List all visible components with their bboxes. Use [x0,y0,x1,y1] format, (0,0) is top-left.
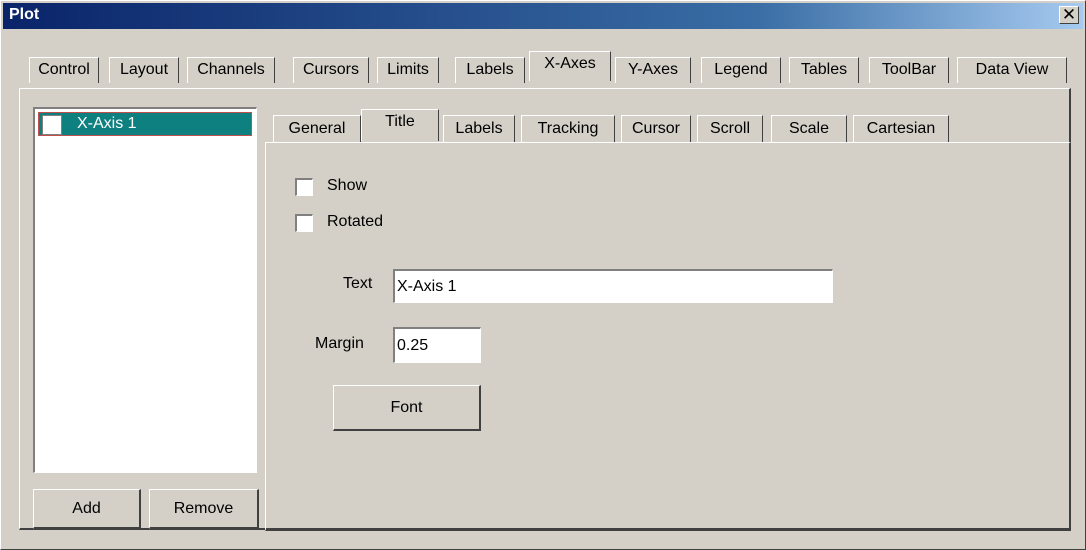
rotated-label: Rotated [327,213,384,230]
tab-cartesian[interactable]: Cartesian [853,115,949,143]
rotated-checkbox[interactable] [295,214,313,232]
tab-cursors[interactable]: Cursors [293,57,369,83]
remove-button[interactable]: Remove [149,489,259,529]
window-title: Plot [9,6,40,23]
tab-layout[interactable]: Layout [109,57,179,83]
list-item[interactable]: X-Axis 1 [38,112,252,136]
tab-control[interactable]: Control [29,57,99,83]
axis-listbox[interactable]: X-Axis 1 [33,107,257,473]
margin-label: Margin [315,335,364,352]
close-button[interactable]: ✕ [1059,5,1079,24]
tab-toolbar[interactable]: ToolBar [869,57,949,83]
show-checkbox[interactable] [295,178,313,196]
tab-labels[interactable]: Labels [455,57,525,83]
tab-channels[interactable]: Channels [187,57,275,83]
tab-x-axes[interactable]: X-Axes [529,51,611,81]
tab-title[interactable]: Title [361,109,439,141]
show-label: Show [327,177,368,194]
font-button[interactable]: Font [333,385,481,431]
tab-general[interactable]: General [273,115,361,143]
tab-tracking[interactable]: Tracking [521,115,615,143]
tab-scale[interactable]: Scale [771,115,847,143]
title-tab-panel [265,142,1071,531]
title-text-field[interactable] [393,269,833,303]
axis-checkbox[interactable] [42,115,62,135]
list-item-label: X-Axis 1 [77,115,137,132]
tab-scroll[interactable]: Scroll [697,115,763,143]
tab-inner-labels[interactable]: Labels [443,115,515,143]
tab-data-view[interactable]: Data View [957,57,1067,83]
title-bar: Plot ✕ [3,3,1083,29]
add-button[interactable]: Add [33,489,141,529]
tab-y-axes[interactable]: Y-Axes [615,57,691,83]
close-icon: ✕ [1061,5,1077,24]
plot-dialog: Plot ✕ Control Layout Channels Cursors L… [0,0,1086,550]
tab-legend[interactable]: Legend [701,57,781,83]
margin-field[interactable] [393,327,481,363]
tab-tables[interactable]: Tables [789,57,859,83]
tab-cursor[interactable]: Cursor [621,115,691,143]
tab-limits[interactable]: Limits [377,57,439,83]
text-label: Text [343,275,373,292]
